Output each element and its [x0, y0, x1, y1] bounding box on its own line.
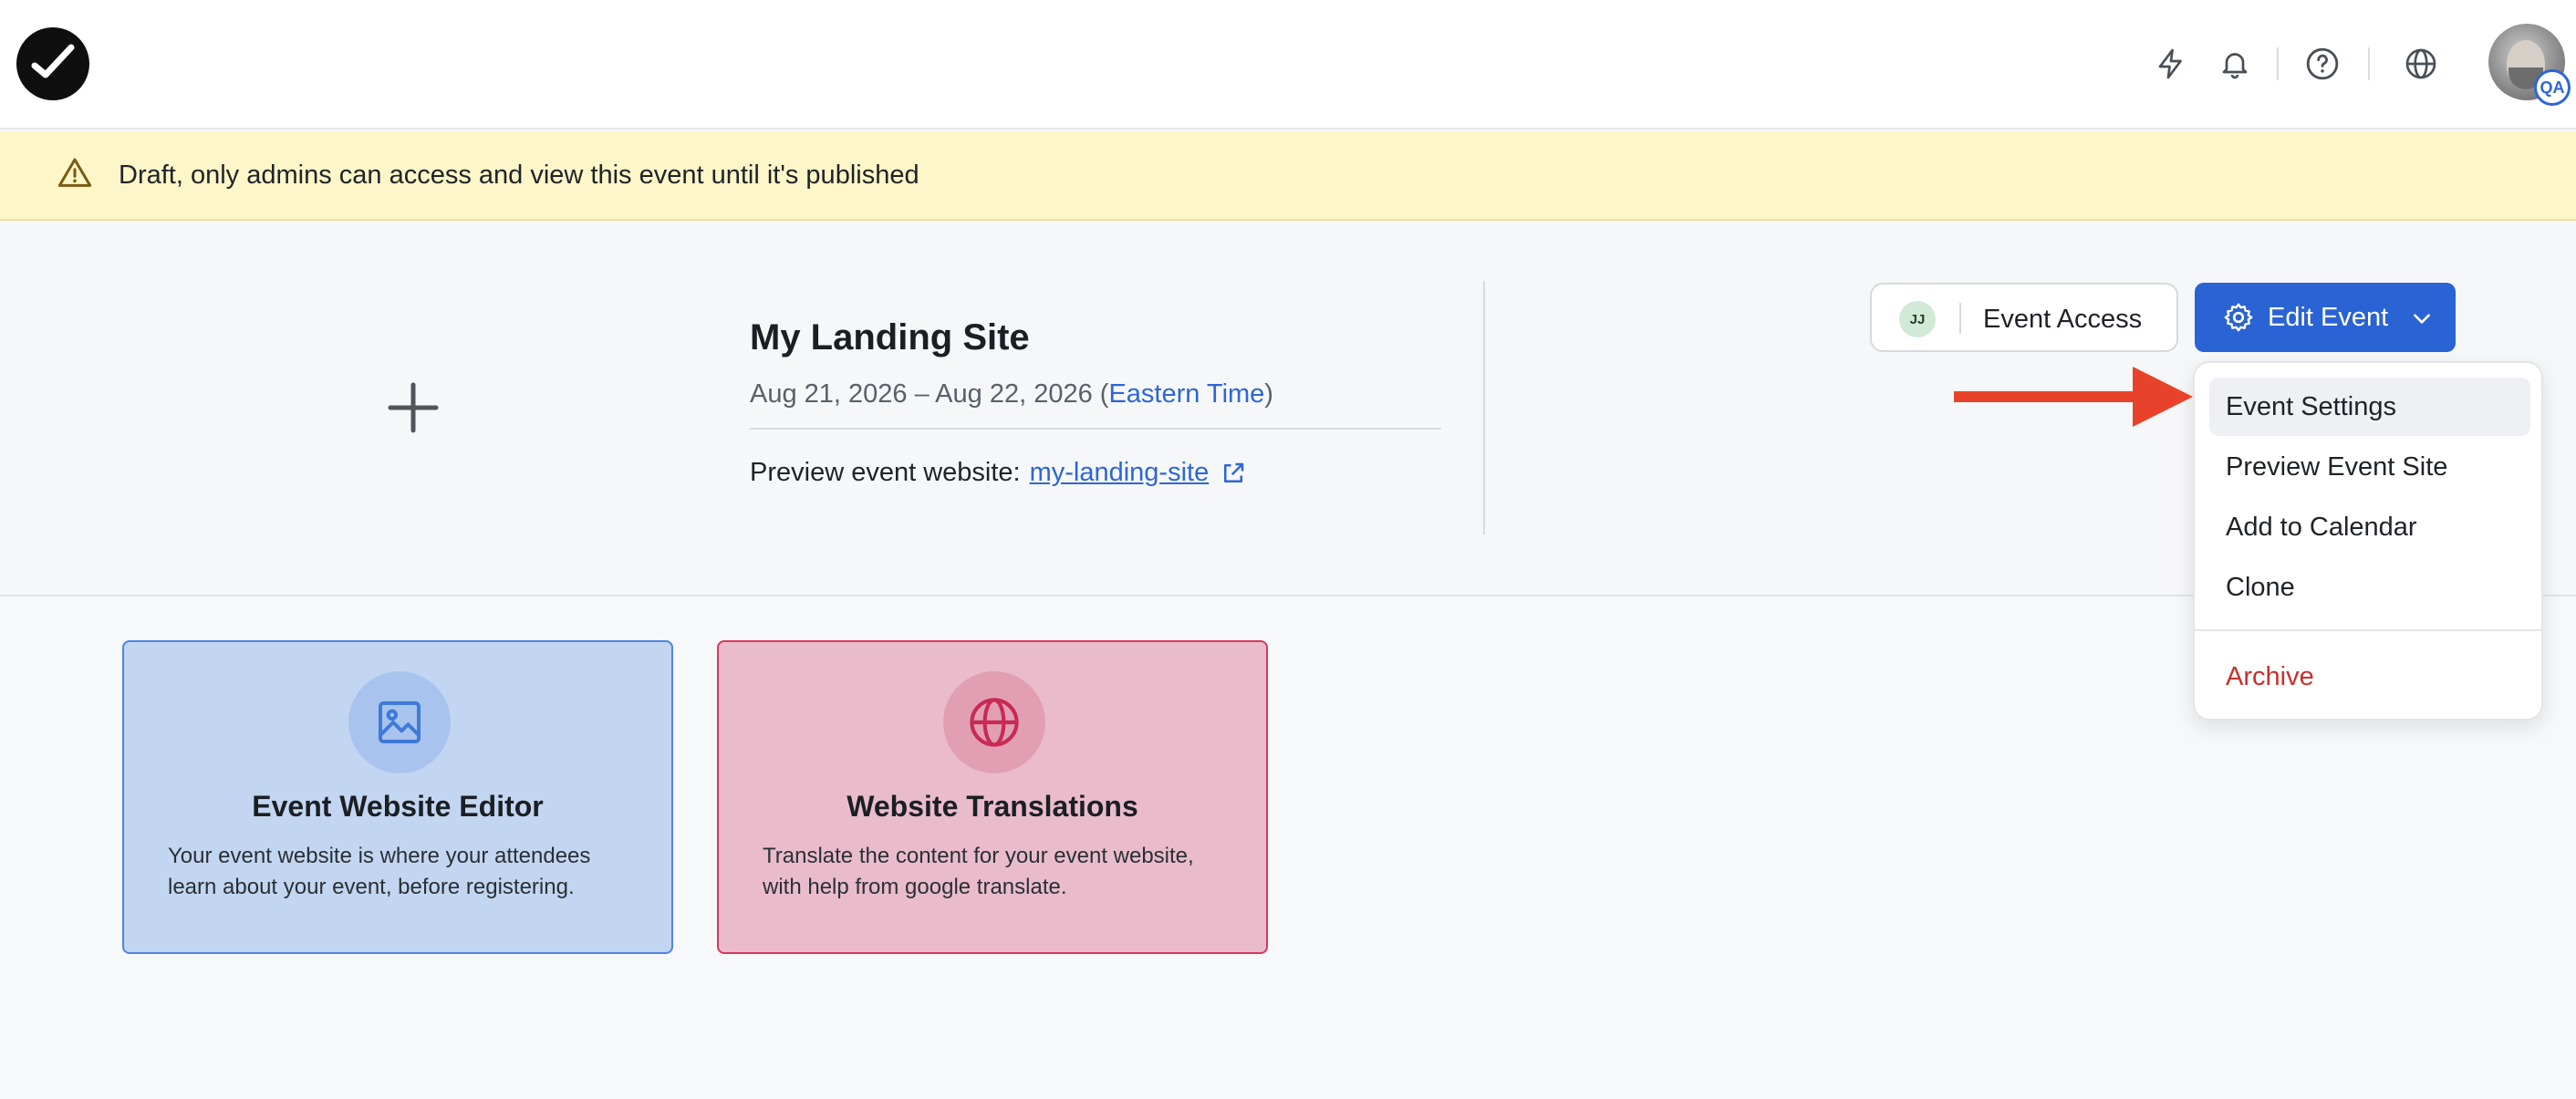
preview-link[interactable]: my-landing-site	[1030, 458, 1210, 488]
bell-icon[interactable]	[2213, 42, 2257, 86]
banner-text: Draft, only admins can access and view t…	[119, 161, 919, 190]
card-website-translations[interactable]: Website Translations Translate the conte…	[717, 640, 1268, 954]
draft-banner: Draft, only admins can access and view t…	[0, 131, 2576, 221]
edit-event-label: Edit Event	[2268, 303, 2389, 332]
vertical-divider	[1483, 281, 1485, 534]
event-access-button[interactable]: JJ Event Access	[1870, 283, 2178, 352]
checkmark-icon	[31, 44, 75, 78]
edit-event-menu: Event Settings Preview Event Site Add to…	[2193, 361, 2543, 721]
card-icon-circle	[943, 671, 1045, 773]
card-description: Your event website is where your attende…	[168, 844, 591, 899]
globe-icon[interactable]	[2399, 42, 2443, 86]
access-initials-avatar: JJ	[1899, 301, 1936, 337]
preview-label: Preview event website:	[750, 458, 1021, 487]
checkmark-logo[interactable]	[16, 27, 89, 100]
event-access-label: Event Access	[1983, 305, 2143, 334]
access-divider	[1959, 303, 1961, 334]
event-dates: Aug 21, 2026 – Aug 22, 2026 (Eastern Tim…	[750, 379, 1273, 410]
card-event-website-editor[interactable]: Event Website Editor Your event website …	[122, 640, 673, 954]
card-title: Event Website Editor	[252, 790, 544, 823]
event-title: My Landing Site	[750, 317, 1030, 358]
external-link-icon[interactable]	[1220, 460, 1247, 487]
menu-item-add-to-calendar[interactable]: Add to Calendar	[2209, 498, 2530, 556]
top-divider	[2277, 47, 2279, 80]
top-bar: QA	[0, 0, 2576, 130]
date-range: Aug 21, 2026 – Aug 22, 2026 (	[750, 379, 1109, 409]
chevron-down-icon	[2414, 314, 2430, 324]
globe-icon	[970, 698, 1019, 747]
card-icon-circle	[348, 671, 451, 773]
card-description: Translate the content for your event web…	[763, 844, 1194, 899]
timezone-link[interactable]: Eastern Time	[1108, 379, 1264, 409]
qa-badge: QA	[2534, 69, 2571, 106]
annotation-arrow	[1954, 367, 2193, 427]
warning-icon	[57, 158, 92, 187]
menu-item-archive[interactable]: Archive	[2209, 648, 2530, 706]
header-divider	[750, 428, 1441, 430]
help-icon[interactable]	[2301, 42, 2344, 86]
card-title: Website Translations	[847, 790, 1138, 823]
lightning-icon[interactable]	[2149, 42, 2193, 86]
menu-item-clone[interactable]: Clone	[2209, 558, 2530, 617]
menu-divider	[2195, 629, 2541, 631]
add-image-button[interactable]	[383, 378, 443, 438]
preview-row: Preview event website: my-landing-site	[750, 458, 1247, 488]
top-divider	[2368, 47, 2370, 80]
gear-icon	[2224, 303, 2253, 332]
date-close: )	[1264, 379, 1273, 409]
edit-event-button[interactable]: Edit Event	[2195, 283, 2456, 352]
image-icon	[379, 701, 421, 743]
menu-item-event-settings[interactable]: Event Settings	[2209, 378, 2530, 436]
menu-item-preview-event-site[interactable]: Preview Event Site	[2209, 438, 2530, 496]
